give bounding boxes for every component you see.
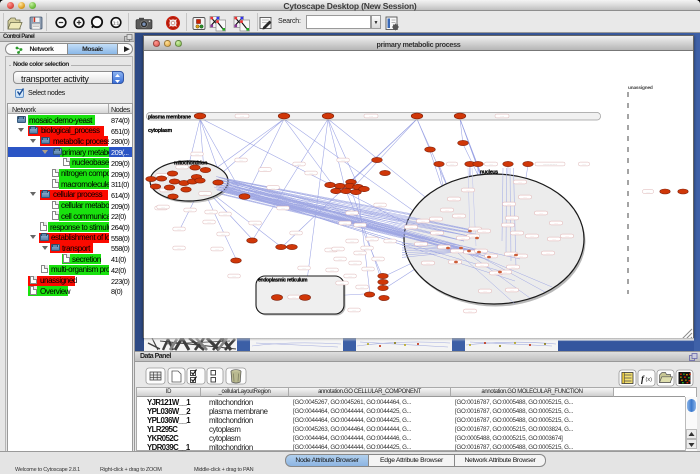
svg-text:.. ..: .. .. xyxy=(435,231,438,235)
svg-text:.. ..: .. .. xyxy=(468,309,471,313)
svg-text:.. ..: .. .. xyxy=(358,223,361,227)
svg-text:.. ..: .. .. xyxy=(177,246,180,250)
svg-text:.. ..: .. .. xyxy=(352,308,355,312)
svg-text:.. ..: .. .. xyxy=(483,289,486,293)
svg-text:.. ..: .. .. xyxy=(471,234,474,238)
svg-text:.. ..: .. .. xyxy=(330,268,333,272)
svg-text:.. ..: .. .. xyxy=(466,188,469,192)
svg-text:.. ..: .. .. xyxy=(554,221,557,225)
svg-text:.. ..: .. .. xyxy=(452,197,455,201)
svg-text:.. ..: .. .. xyxy=(506,223,509,227)
svg-text:.. ..: .. .. xyxy=(366,267,369,271)
svg-text:.. ..: .. .. xyxy=(489,162,492,166)
svg-text:.. ..: .. .. xyxy=(188,208,191,212)
svg-text:.. ..: .. .. xyxy=(530,234,533,238)
svg-text:.. ..: .. .. xyxy=(582,162,585,166)
svg-text:.. ..: .. .. xyxy=(209,210,212,214)
svg-text:.. ..: .. .. xyxy=(297,162,300,166)
svg-text:endoplasmic reticulum: endoplasmic reticulum xyxy=(258,278,308,284)
svg-text:.. ..: .. .. xyxy=(358,251,361,255)
svg-text:.. ..: .. .. xyxy=(348,274,351,278)
svg-text:.. ..: .. .. xyxy=(455,249,458,253)
svg-text:.. ..: .. .. xyxy=(503,270,506,274)
svg-text:.. ..: .. .. xyxy=(539,211,542,215)
svg-text:.. ..: .. .. xyxy=(271,186,274,190)
svg-text:.. ..: .. .. xyxy=(518,180,521,184)
svg-text:cytoplasm: cytoplasm xyxy=(148,128,172,134)
svg-text:.. ..: .. .. xyxy=(340,281,343,285)
svg-text:plasma membrane: plasma membrane xyxy=(148,115,191,121)
svg-text:.. ..: .. .. xyxy=(343,221,346,225)
svg-text:.. ..: .. .. xyxy=(426,261,429,265)
svg-text:nucleus: nucleus xyxy=(480,170,498,176)
svg-text:.. ...: .. ... xyxy=(500,114,504,118)
svg-text:(x): (x) xyxy=(646,377,653,383)
svg-text:.. ..: .. .. xyxy=(442,245,445,249)
svg-text:.. ..: .. .. xyxy=(546,251,549,255)
svg-text:.. ..: .. .. xyxy=(450,162,453,166)
svg-text:.. ..: .. .. xyxy=(434,217,437,221)
svg-text:.. ...: .. ... xyxy=(240,114,244,118)
svg-text:.. ..: .. .. xyxy=(509,252,512,256)
svg-text:.. ..: .. .. xyxy=(232,274,235,278)
svg-text:.. ..: .. .. xyxy=(370,237,373,241)
svg-text:.. ..: .. .. xyxy=(223,212,226,216)
svg-text:.. ..: .. .. xyxy=(482,229,485,233)
svg-text:.. ..: .. .. xyxy=(203,192,206,196)
svg-text:.. ..: .. .. xyxy=(378,203,381,207)
svg-text:.......................: ....................... xyxy=(543,162,557,166)
svg-text:.. ..: .. .. xyxy=(263,168,266,172)
svg-text:.. ..: .. .. xyxy=(353,261,356,265)
svg-text:.. ..: .. .. xyxy=(177,227,180,231)
svg-text:.. ..: .. .. xyxy=(480,263,483,267)
svg-text:.. ..: .. .. xyxy=(646,190,649,194)
svg-text:.. ..: .. .. xyxy=(511,265,514,269)
svg-text:.. ..: .. .. xyxy=(376,257,379,261)
svg-text:unassigned: unassigned xyxy=(628,85,653,91)
svg-text:.. ..: .. .. xyxy=(302,266,305,270)
svg-text:.. ..: .. .. xyxy=(341,158,344,162)
svg-text:.. ..: .. .. xyxy=(519,254,522,258)
svg-text:.. ..: .. .. xyxy=(180,165,183,169)
svg-text:.. ..: .. .. xyxy=(336,247,339,251)
svg-text:.. ..: .. .. xyxy=(365,246,368,250)
svg-text:.. ..: .. .. xyxy=(494,271,497,275)
svg-text:.. ..: .. .. xyxy=(473,227,476,231)
svg-text:.. ..: .. .. xyxy=(215,247,218,251)
svg-text:.. ..: .. .. xyxy=(445,208,448,212)
svg-text:.. ..: .. .. xyxy=(507,202,510,206)
svg-text:.. ..: .. .. xyxy=(360,285,363,289)
svg-text:.. ..: .. .. xyxy=(350,211,353,215)
svg-text:.. ..: .. .. xyxy=(565,234,568,238)
svg-text:.. ..: .. .. xyxy=(294,231,297,235)
svg-text:.. ..: .. .. xyxy=(388,239,391,243)
svg-text:.. ..: .. .. xyxy=(457,214,460,218)
svg-text:.. ...: .. ... xyxy=(369,114,373,118)
svg-text:.. ..: .. .. xyxy=(419,242,422,246)
svg-text:.. ..: .. .. xyxy=(515,231,518,235)
svg-text:.. ..: .. .. xyxy=(161,205,164,209)
svg-text:.. ..: .. .. xyxy=(253,221,256,225)
svg-text:.. ..: .. .. xyxy=(292,295,295,299)
svg-text:.. ..: .. .. xyxy=(409,225,412,229)
svg-text:.. ..: .. .. xyxy=(281,206,284,210)
svg-text:.. ..: .. .. xyxy=(207,220,210,224)
svg-text:.. ..: .. .. xyxy=(510,216,513,220)
svg-text:.. ..: .. .. xyxy=(221,232,224,236)
svg-text:.. ..: .. .. xyxy=(239,158,242,162)
svg-text:.. ..: .. .. xyxy=(552,237,555,241)
svg-text:.. ..: .. .. xyxy=(510,288,513,292)
svg-text:.. ..: .. .. xyxy=(523,195,526,199)
svg-text:.. ..: .. .. xyxy=(338,257,341,261)
svg-text:.. ..: .. .. xyxy=(461,236,464,240)
svg-text:.. ..: .. .. xyxy=(195,152,198,156)
svg-text:.. ..: .. .. xyxy=(421,219,424,223)
svg-text:1:1: 1:1 xyxy=(113,20,120,25)
svg-text:.. ..: .. .. xyxy=(309,171,312,175)
svg-text:.. ..: .. .. xyxy=(350,239,353,243)
